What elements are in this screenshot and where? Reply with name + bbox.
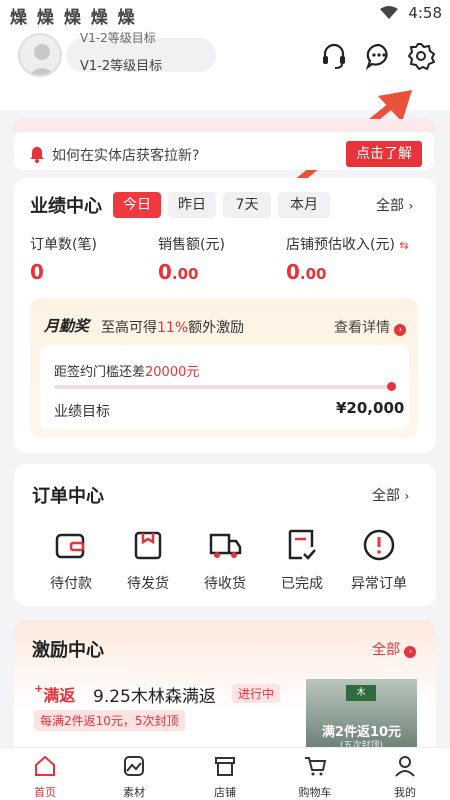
promo-status-badge: 进行中 xyxy=(232,684,281,703)
tab-materials[interactable]: 素材 xyxy=(104,754,164,800)
swap-icon[interactable]: ⇆ xyxy=(399,239,408,252)
incentive-center-title: 激励中心 xyxy=(32,640,104,661)
chevron-right-icon: › xyxy=(394,324,407,336)
store-icon xyxy=(215,757,235,776)
progress-dot xyxy=(387,382,396,391)
order-completed[interactable]: 已完成 xyxy=(267,527,337,593)
status-time: 4:58 xyxy=(408,4,442,22)
metric-sales-value: 0.00 xyxy=(158,260,199,284)
cart-icon xyxy=(305,757,327,776)
tab-today[interactable]: 今日 xyxy=(113,192,161,218)
notice-banner-top xyxy=(14,119,434,133)
incentive-all-link[interactable]: 全部 › xyxy=(372,639,417,659)
performance-all-link[interactable]: 全部 › xyxy=(376,195,413,215)
truck-icon xyxy=(209,533,242,558)
tab-store[interactable]: 店铺 xyxy=(195,754,255,800)
bottom-tab-bar: 首页 素材 店铺 购物车 我的 xyxy=(0,747,450,800)
tab-month[interactable]: 本月 xyxy=(278,192,330,218)
chevron-right-icon: › xyxy=(408,199,414,213)
metric-orders-value: 0 xyxy=(30,260,44,284)
tab-7days[interactable]: 7天 xyxy=(223,192,271,218)
bell-icon xyxy=(30,147,44,163)
chevron-right-icon: › xyxy=(404,646,417,658)
metric-orders-label: 订单数(笔) xyxy=(30,237,97,253)
promo-image[interactable]: 木 满2件返10元 (五次封顶) xyxy=(306,679,417,749)
wifi-icon xyxy=(380,6,399,19)
order-pending-receive[interactable]: 待收货 xyxy=(190,527,260,593)
notice-text: 如何在实体店获客拉新? xyxy=(52,148,200,164)
metric-sales-label: 销售额(元) xyxy=(158,237,225,253)
tab-cart[interactable]: 购物车 xyxy=(285,754,345,800)
metric-income-label: 店铺预估收入(元) ⇆ xyxy=(286,237,409,253)
status-bar: 燥 燥 燥 燥 燥 4:58 xyxy=(0,0,450,28)
message-icon[interactable] xyxy=(365,42,393,70)
image-icon xyxy=(124,756,144,776)
learn-more-button[interactable]: 点击了解 xyxy=(346,141,422,167)
status-notification-icons: 燥 燥 燥 燥 燥 xyxy=(10,8,137,28)
target-label: 业绩目标 xyxy=(54,404,110,420)
gift-box-icon xyxy=(134,531,162,560)
performance-title: 业绩中心 xyxy=(30,196,102,217)
brand-logo-icon: 木 xyxy=(346,685,376,701)
tab-yesterday[interactable]: 昨日 xyxy=(168,192,216,218)
order-pending-ship[interactable]: 待发货 xyxy=(113,527,183,593)
promo-badge: +满返 xyxy=(34,682,76,705)
tab-home[interactable]: 首页 xyxy=(15,754,75,800)
headset-icon[interactable] xyxy=(320,42,348,70)
order-center-title: 订单中心 xyxy=(32,486,104,507)
progress-bar xyxy=(54,385,392,389)
bonus-title: 月勤奖 xyxy=(44,317,90,335)
metric-income-value: 0.00 xyxy=(286,260,327,284)
settings-icon[interactable] xyxy=(407,42,435,70)
bonus-desc: 至高可得11%额外激励 xyxy=(101,320,245,336)
wallet-icon xyxy=(55,533,85,559)
avatar[interactable] xyxy=(18,33,62,77)
promo-title[interactable]: 9.25木林森满返 xyxy=(93,682,216,707)
user-level-line2: V1-2等级目标 xyxy=(80,59,163,74)
user-level-line1: V1-2等级目标 xyxy=(80,31,156,45)
orders-all-link[interactable]: 全部 › xyxy=(372,485,409,505)
checklist-icon xyxy=(288,529,316,560)
user-icon xyxy=(395,756,415,777)
bonus-detail-link[interactable]: 查看详情 › xyxy=(334,317,407,337)
home-icon xyxy=(35,755,55,776)
gap-text: 距签约门槛还差20000元 xyxy=(54,365,200,380)
order-pending-payment[interactable]: 待付款 xyxy=(36,527,106,593)
alert-icon xyxy=(363,529,395,561)
tab-profile[interactable]: 我的 xyxy=(375,754,435,800)
promo-subtitle: 每满2件返10元，5次封顶 xyxy=(34,710,185,731)
chevron-right-icon: › xyxy=(404,489,410,503)
order-abnormal[interactable]: 异常订单 xyxy=(344,527,414,593)
target-value: ¥20,000 xyxy=(336,399,405,417)
